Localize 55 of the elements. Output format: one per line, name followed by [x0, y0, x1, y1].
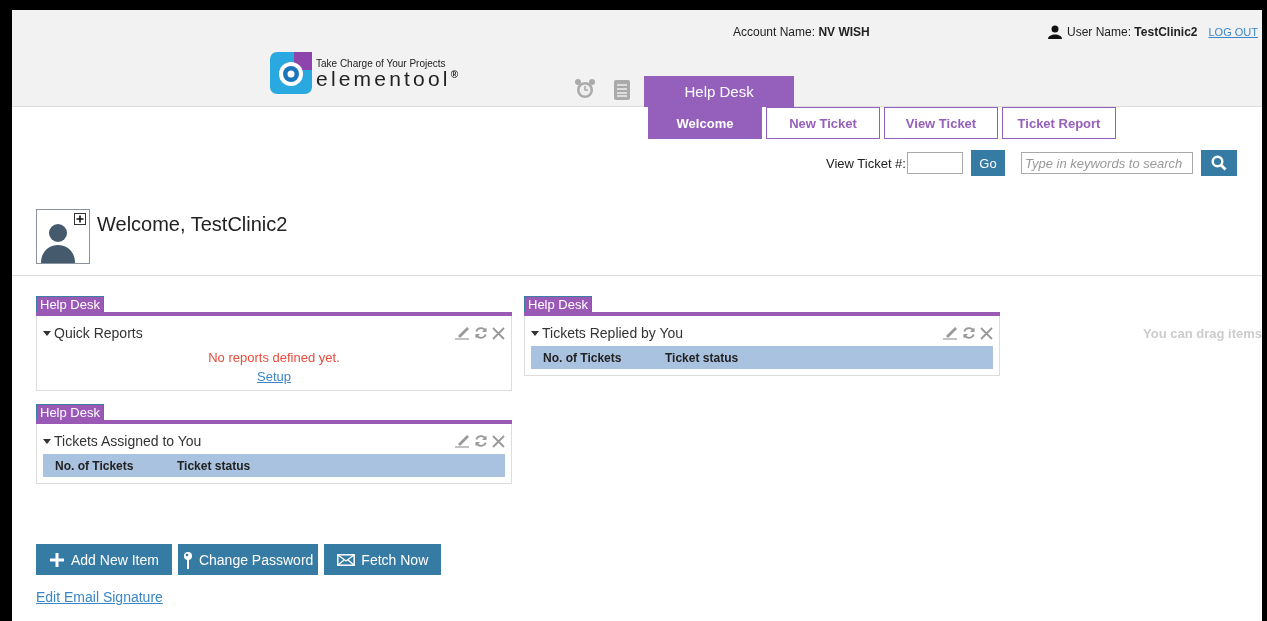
nav-tab[interactable]: Ticket Report [1002, 107, 1116, 139]
edit-icon[interactable] [454, 326, 470, 340]
alarm-clock-icon[interactable] [574, 78, 597, 100]
refresh-icon[interactable] [474, 326, 488, 340]
action-button[interactable]: Change Password [177, 544, 319, 575]
edit-icon[interactable] [454, 434, 470, 448]
collapse-caret-icon[interactable] [43, 330, 51, 336]
logo-icon [270, 52, 312, 94]
column-header: Ticket status [665, 350, 740, 365]
document-icon[interactable] [614, 80, 631, 100]
go-button[interactable]: Go [970, 150, 1005, 176]
nav-tab[interactable]: Welcome [648, 107, 762, 139]
action-button[interactable]: Fetch Now [324, 544, 442, 575]
add-photo-icon[interactable] [74, 213, 86, 225]
widget-title: Quick Reports [54, 325, 143, 341]
signature-link[interactable]: Edit Email Signature [36, 589, 163, 605]
widget-category: Help Desk [36, 404, 104, 420]
ticket-number-field[interactable] [906, 152, 963, 174]
module-tab[interactable]: Help Desk [644, 76, 795, 107]
collapse-caret-icon[interactable] [43, 438, 51, 444]
setup-link[interactable]: Setup [257, 369, 291, 384]
action-button[interactable]: Add New Item [36, 544, 172, 575]
nav-tab[interactable]: View Ticket [884, 107, 998, 139]
avatar-placeholder[interactable] [36, 209, 90, 264]
plus-icon [49, 551, 65, 568]
pin-icon [182, 550, 193, 569]
widget-title: Tickets Assigned to You [54, 433, 202, 449]
widget-category: Help Desk [524, 296, 592, 312]
edit-icon[interactable] [942, 326, 958, 340]
view-ticket-label: View Ticket #: [826, 155, 906, 171]
nav-tab[interactable]: New Ticket [766, 107, 880, 139]
widget-title: Tickets Replied by You [542, 325, 684, 341]
column-header: No. of Tickets [55, 458, 135, 473]
account-name: Account Name: NV WISH [733, 25, 870, 39]
search-icon [1210, 155, 1227, 171]
close-icon[interactable] [492, 434, 505, 448]
widget-category: Help Desk [36, 296, 104, 312]
refresh-icon[interactable] [962, 326, 976, 340]
refresh-icon[interactable] [474, 434, 488, 448]
user-icon [1048, 25, 1062, 39]
collapse-caret-icon[interactable] [531, 330, 539, 336]
user-name: User Name: TestClinic2 [1067, 25, 1198, 39]
close-icon[interactable] [980, 326, 993, 340]
search-field[interactable]: Type in keywords to search [1020, 152, 1193, 174]
envelope-icon [337, 553, 356, 566]
logo-name: elementool [316, 68, 451, 89]
logo-tagline: Take Charge of Your Projects [316, 57, 447, 69]
search-button[interactable] [1200, 150, 1237, 176]
empty-message: No reports defined yet. [207, 350, 341, 365]
column-header: No. of Tickets [543, 350, 623, 365]
welcome-heading: Welcome, TestClinic2 [97, 213, 288, 236]
logout-link[interactable]: LOG OUT [1208, 26, 1258, 38]
close-icon[interactable] [492, 326, 505, 340]
registered-mark: ® [450, 68, 459, 80]
column-header: Ticket status [177, 458, 252, 473]
